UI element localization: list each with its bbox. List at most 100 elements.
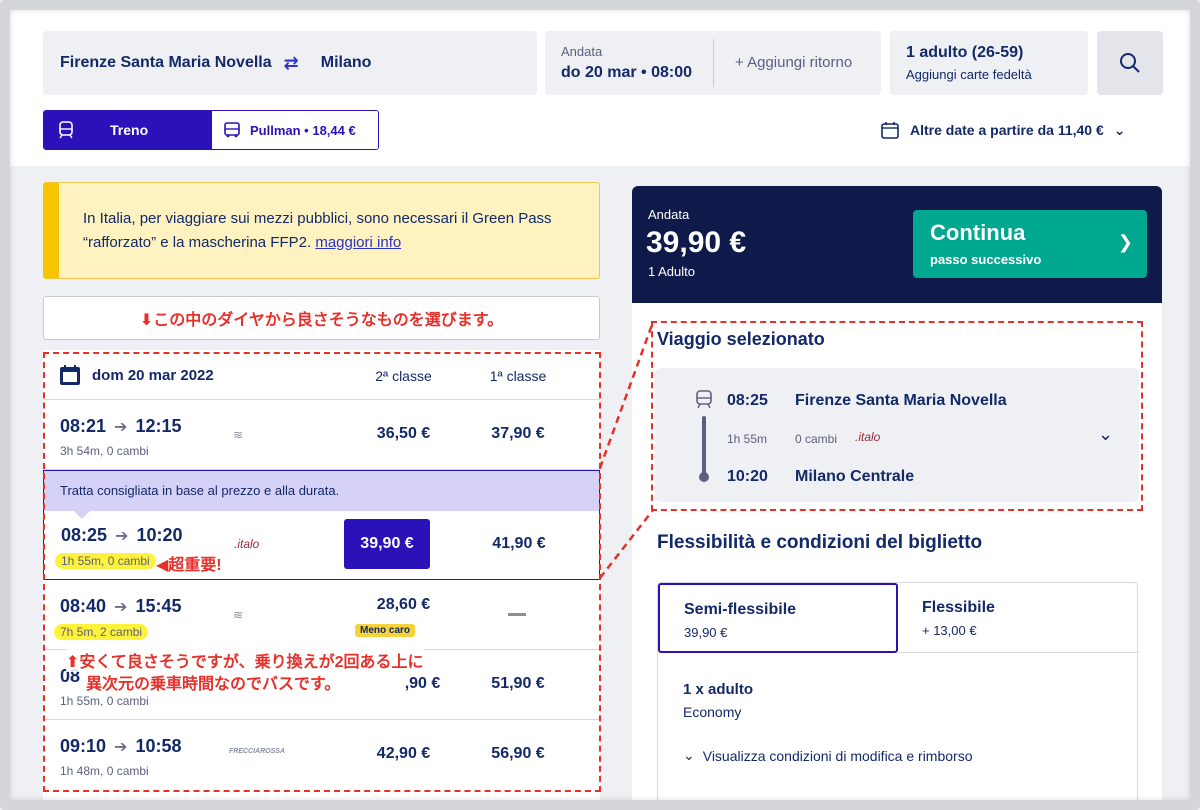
trip-times: 08:25 ➔ 10:20 <box>61 525 183 546</box>
results-header: dom 20 mar 2022 2ª classe 1ª classe <box>43 350 600 400</box>
add-return-button[interactable]: + Aggiungi ritorno <box>735 54 852 71</box>
route-field[interactable]: Firenze Santa Maria Novella ⇄ Milano <box>43 31 537 95</box>
annotation-choose: ⬇この中のダイヤから良さそうなものを選びます。 <box>43 296 600 340</box>
unavailable-dash <box>508 613 526 616</box>
fare-option-semi-flexible[interactable]: Semi-flessibile 39,90 € <box>658 583 898 653</box>
tab-train[interactable]: Treno <box>44 111 212 149</box>
frecciarossa-logo: FRECCIAROSSA <box>229 748 286 755</box>
continue-sublabel: passo successivo <box>930 252 1042 267</box>
departure-time: 08:25 <box>727 392 768 409</box>
train-icon <box>696 390 712 409</box>
trip-duration: 1h 55m <box>727 432 768 446</box>
second-class-price[interactable]: 42,90 € <box>356 745 451 763</box>
arrow-right-icon: ➔ <box>114 598 128 616</box>
origin-station[interactable]: Firenze Santa Maria Novella <box>60 54 272 72</box>
trip-row[interactable]: 09:10 ➔ 10:58 1h 48m, 0 cambi FRECCIAROSSA… <box>43 720 600 790</box>
trip-changes: 0 cambi <box>795 432 838 446</box>
arrival-time: 15:45 <box>135 596 182 616</box>
loyalty-cards-link[interactable]: Aggiungi carte fedeltà <box>906 67 1032 82</box>
arrival-time: 10:20 <box>136 525 183 545</box>
recommended-trip-row[interactable]: Tratta consigliata in base al prezzo e a… <box>43 470 600 580</box>
train-icon <box>59 121 73 139</box>
trip-times: 08:40 ➔ 15:45 <box>60 596 182 617</box>
timeline-dot <box>699 472 709 482</box>
first-class-price[interactable]: 51,90 € <box>473 675 563 693</box>
calendar-icon <box>881 122 899 139</box>
trenitalia-logo: ≋ <box>233 608 244 622</box>
search-icon <box>1120 53 1140 73</box>
selected-price-button[interactable]: 39,90 € <box>344 519 430 569</box>
tab-train-label: Treno <box>110 122 149 138</box>
bus-icon <box>224 122 240 138</box>
chevron-right-icon: ❯ <box>1117 232 1133 252</box>
other-dates-dropdown[interactable]: Altre date a partire da 11,40 € ⌄ <box>880 120 1126 140</box>
date-label: Andata <box>561 44 603 59</box>
swap-icon[interactable]: ⇄ <box>284 53 299 74</box>
first-class-price[interactable]: 37,90 € <box>473 425 563 443</box>
tab-bus-label: Pullman • 18,44 € <box>250 122 356 138</box>
departure-time: 08:40 <box>60 596 107 616</box>
search-button[interactable] <box>1097 31 1163 95</box>
fare-name: Flessibile <box>922 599 995 616</box>
departure-station: Firenze Santa Maria Novella <box>795 392 1007 409</box>
arrival-time: 12:15 <box>135 416 182 436</box>
fare-name: Semi-flessibile <box>684 601 797 618</box>
transport-mode-tabs: Treno Pullman • 18,44 € <box>43 110 379 150</box>
fare-options: Semi-flessibile 39,90 € Flessibile + 13,… <box>657 582 1139 810</box>
conditions-label: Visualizza condizioni di modifica e rimb… <box>702 747 973 764</box>
first-class-price[interactable]: 56,90 € <box>473 745 563 763</box>
date-field[interactable]: Andata do 20 mar • 08:00 + Aggiungi rito… <box>545 31 881 95</box>
trenitalia-logo: ≋ <box>233 428 244 442</box>
chevron-down-icon: ⌄ <box>1113 121 1126 138</box>
summary-passengers: 1 Adulto <box>648 264 695 279</box>
second-class-price[interactable]: 36,50 € <box>356 425 451 443</box>
green-pass-notice: In Italia, per viaggiare sui mezzi pubbl… <box>43 182 600 279</box>
fare-class: Economy <box>683 704 742 720</box>
selected-trip-card[interactable]: 08:25 Firenze Santa Maria Novella 1h 55m… <box>655 368 1139 502</box>
chevron-down-icon[interactable]: ⌄ <box>1098 424 1113 445</box>
divider <box>713 39 714 87</box>
tab-bus[interactable]: Pullman • 18,44 € <box>212 111 378 149</box>
departure-time: 08:25 <box>61 525 108 545</box>
trip-row[interactable]: 08:40 ➔ 15:45 7h 5m, 2 cambi ≋ 28,60 € Men… <box>43 580 600 650</box>
arrival-time: 10:20 <box>727 468 768 485</box>
departure-time: 09:10 <box>60 736 107 756</box>
more-info-link[interactable]: maggiori info <box>315 234 401 251</box>
cheapest-badge: Meno caro <box>355 624 416 637</box>
results-list: dom 20 mar 2022 2ª classe 1ª classe 08:2… <box>43 350 600 810</box>
fare-option-flexible[interactable]: Flessibile + 13,00 € <box>898 583 1139 653</box>
trip-duration: 1h 55m, 0 cambi <box>55 553 156 569</box>
departure-time: 08:21 <box>60 416 107 436</box>
trip-duration: 7h 5m, 2 cambi <box>54 624 149 640</box>
arrow-right-icon: ➔ <box>114 418 128 436</box>
calendar-icon <box>60 365 80 385</box>
chevron-down-icon: ⌄ <box>683 747 695 763</box>
arrival-time: 10:58 <box>135 736 182 756</box>
second-class-header: 2ª classe <box>375 368 432 384</box>
passenger-field[interactable]: 1 adulto (26-59) Aggiungi carte fedeltà <box>890 31 1088 95</box>
second-class-price[interactable]: 28,60 € <box>356 596 451 614</box>
annotation-cheap-line1: ⬆安くて良さそうですが、乗り換えが2回ある上に <box>66 648 424 672</box>
date-value[interactable]: do 20 mar • 08:00 <box>561 64 692 82</box>
first-class-price[interactable]: 41,90 € <box>474 535 564 553</box>
trip-times: 09:10 ➔ 10:58 <box>60 736 182 757</box>
summary-price: 39,90 € <box>646 226 747 259</box>
conditions-toggle[interactable]: ⌄ Visualizza condizioni di modifica e ri… <box>683 747 973 764</box>
destination-station[interactable]: Milano <box>321 54 372 72</box>
arrow-right-icon: ➔ <box>114 738 128 756</box>
summary-label: Andata <box>648 207 690 222</box>
trip-row[interactable]: 08:21 ➔ 12:15 3h 54m, 0 cambi ≋ 36,50 € 37… <box>43 400 600 470</box>
first-class-header: 1ª classe <box>489 368 547 384</box>
passenger-count[interactable]: 1 adulto (26-59) <box>906 44 1023 62</box>
results-date: dom 20 mar 2022 <box>92 367 214 384</box>
other-dates-label: Altre date a partire da 11,40 € <box>910 122 1104 138</box>
italo-logo: .italo <box>855 430 881 444</box>
arrival-station: Milano Centrale <box>795 468 915 485</box>
italo-logo: .italo <box>234 537 260 551</box>
second-class-price[interactable]: ,90 € <box>375 675 470 693</box>
continue-button[interactable]: Continua passo successivo ❯ <box>913 210 1147 278</box>
selected-trip-title: Viaggio selezionato <box>657 329 825 349</box>
fare-passenger: 1 x adulto <box>683 681 754 698</box>
trip-duration: 3h 54m, 0 cambi <box>60 444 149 458</box>
fare-price: + 13,00 € <box>922 623 977 638</box>
